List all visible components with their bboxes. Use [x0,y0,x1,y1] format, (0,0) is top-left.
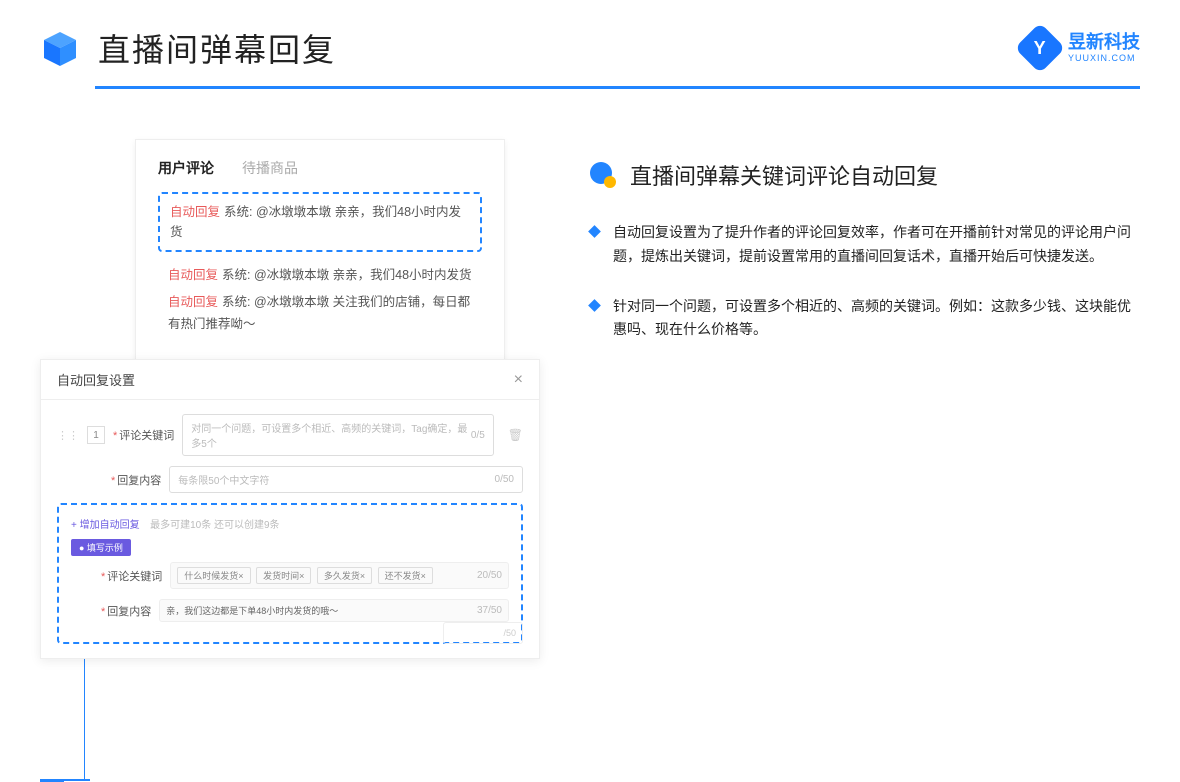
trash-icon[interactable]: 🗑 [508,428,523,442]
diamond-icon [588,225,601,238]
drag-icon[interactable]: ⋮⋮ [57,429,79,442]
cube-icon [40,28,80,68]
section-title: 直播间弹幕关键词评论自动回复 [630,159,938,191]
connector-line [40,781,64,782]
brand-icon: Y [1015,23,1066,74]
close-icon[interactable]: × [514,371,523,389]
tab-comments[interactable]: 用户评论 [158,158,214,178]
keyword-label: 评论关键词 [119,430,174,442]
tab-products[interactable]: 待播商品 [242,158,298,178]
brand-logo: Y 昱新科技 YUUXIN.COM [1022,30,1140,66]
settings-title: 自动回复设置 [57,370,135,389]
tag-pill[interactable]: 什么时候发货× [177,567,250,584]
page-title: 直播间弹幕回复 [98,25,336,71]
bullet-1: 自动回复设置为了提升作者的评论回复效率，作者可在开播前针对常见的评论用户问题，提… [590,221,1140,269]
content-input[interactable]: 每条限50个中文字符 0/50 [169,466,523,493]
brand-url: YUUXIN.COM [1068,53,1140,63]
tag-pill[interactable]: 还不发货× [378,567,433,584]
tag-pill[interactable]: 多久发货× [317,567,372,584]
diamond-icon [588,299,601,312]
section-icon [590,162,616,188]
keyword-input[interactable]: 对同一个问题，可设置多个相近、高频的关键词，Tag确定，最多5个 0/5 [182,414,493,456]
example-keyword-input[interactable]: 什么时候发货× 发货时间× 多久发货× 还不发货× 20/50 [170,562,509,589]
content-label: 回复内容 [117,475,161,487]
add-auto-reply-link[interactable]: + 增加自动回复 [71,520,140,531]
highlighted-comment: 自动回复系统: @冰墩墩本墩 亲亲，我们48小时内发货 [158,192,482,252]
row-number: 1 [87,426,105,444]
bullet-2: 针对同一个问题，可设置多个相近的、高频的关键词。例如：这款多少钱、这块能优惠吗、… [590,295,1140,343]
example-badge: ● 填写示例 [71,539,131,556]
stub-counter: /50 [443,622,523,644]
add-hint: 最多可建10条 还可以创建9条 [150,520,279,531]
comment-row-3: 自动回复系统: @冰墩墩本墩 关注我们的店铺，每日都有热门推荐呦～ [158,289,482,338]
example-content-input[interactable]: 亲，我们这边都是下单48小时内发货的哦～ 37/50 [159,599,509,622]
settings-dialog: 自动回复设置 × ⋮⋮ 1 *评论关键词 对同一个问题，可设置多个相近、高频的关… [40,359,540,659]
comment-row-2: 自动回复系统: @冰墩墩本墩 亲亲，我们48小时内发货 [158,262,482,289]
brand-name: 昱新科技 [1068,33,1140,53]
auto-reply-tag: 自动回复 [170,205,220,219]
tag-pill[interactable]: 发货时间× [256,567,311,584]
